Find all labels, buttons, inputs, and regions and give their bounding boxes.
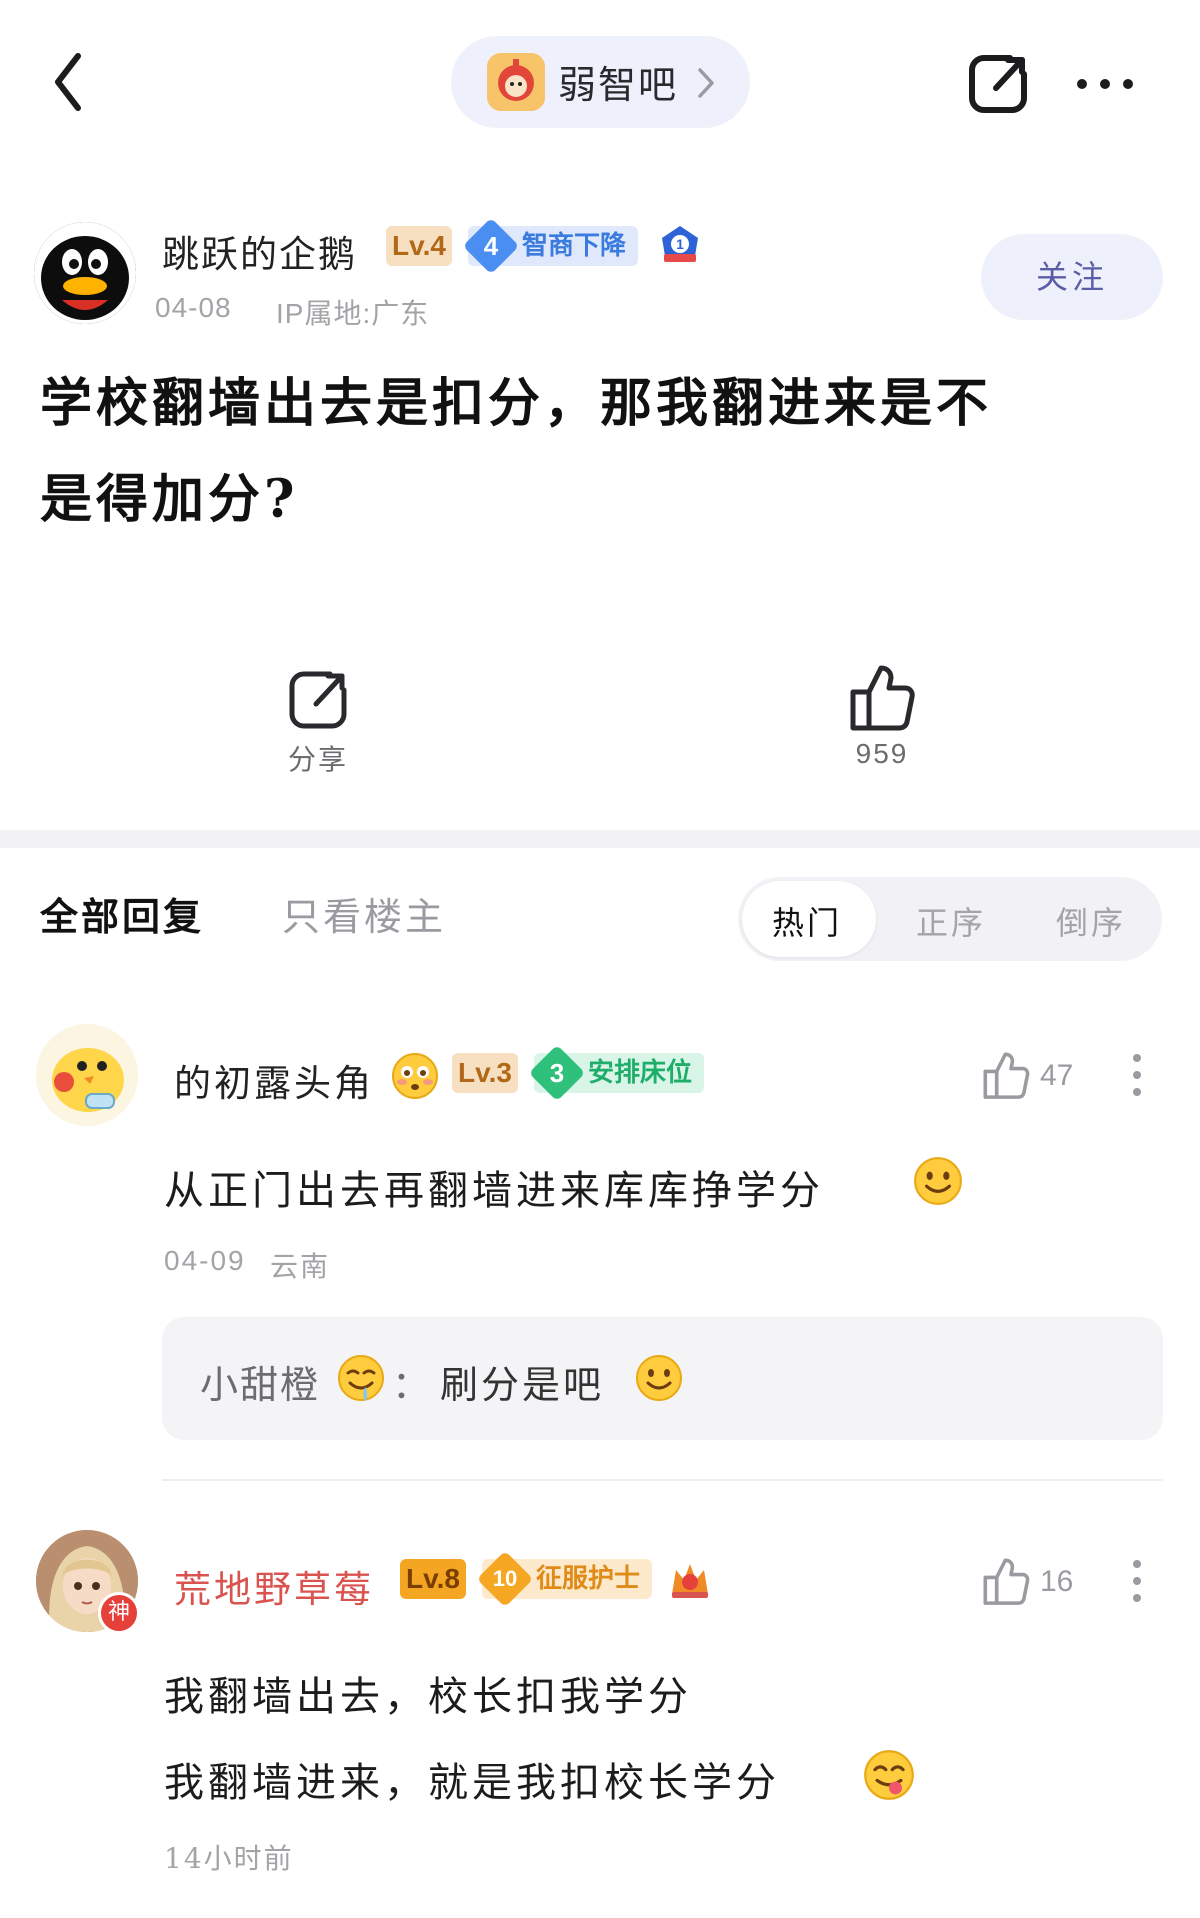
level-badge: Lv.4 <box>386 226 452 266</box>
author-avatar[interactable] <box>34 222 136 324</box>
forum-avatar <box>487 53 545 111</box>
tab-all-replies[interactable]: 全部回复 <box>40 886 204 941</box>
sort-ascending[interactable]: 正序 <box>916 898 986 944</box>
comment-time: 14小时前 <box>164 1842 294 1875</box>
post-ip-location: IP属地:广东 <box>276 298 430 329</box>
chevron-left-icon <box>55 53 81 111</box>
title-level-number: 3 <box>549 1058 565 1088</box>
chevron-right-icon <box>694 64 718 102</box>
post-title: 学校翻墙出去是扣分，那我翻进来是不 是得加分? <box>40 356 1160 548</box>
title-badge-label: 智商下降 <box>522 231 627 261</box>
comment-more-button[interactable] <box>1131 1052 1143 1098</box>
follow-button[interactable]: 关注 <box>981 234 1163 320</box>
sub-reply-separator: ： <box>392 1363 433 1407</box>
author-name[interactable]: 跳跃的企鹅 <box>162 224 357 278</box>
post-date: 04-08 <box>155 292 232 323</box>
rank-number: 1 <box>676 236 684 252</box>
share-icon <box>969 55 1027 113</box>
more-vertical-icon <box>1133 1054 1141 1096</box>
yum-emoji-icon <box>862 1748 916 1802</box>
post-title-line2: 是得加分? <box>40 469 299 530</box>
comment-like-count: 47 <box>1040 1059 1074 1092</box>
share-icon <box>289 671 347 729</box>
smile-emoji-icon <box>634 1353 684 1403</box>
crown-medal-icon <box>668 1558 712 1600</box>
comment-like-count: 16 <box>1040 1565 1074 1598</box>
thumbs-up-icon <box>983 1558 1030 1605</box>
section-divider <box>0 830 1200 848</box>
commenter-avatar[interactable] <box>36 1024 138 1126</box>
comment-like-button[interactable] <box>982 1050 1030 1100</box>
title-level-number: 10 <box>492 1566 518 1591</box>
share-button[interactable] <box>966 52 1030 116</box>
title-badge-label: 征服护士 <box>536 1564 641 1594</box>
more-vertical-icon <box>1133 1560 1141 1602</box>
sort-descending[interactable]: 倒序 <box>1056 898 1126 944</box>
comment-location: 云南 <box>270 1250 331 1283</box>
thumbs-up-icon <box>983 1052 1030 1099</box>
god-badge: 神 <box>98 1592 140 1634</box>
comment-separator <box>162 1479 1163 1481</box>
sub-reply-text: 刷分是吧 <box>440 1363 605 1407</box>
comment-more-button[interactable] <box>1131 1558 1143 1604</box>
more-dots-icon <box>1077 79 1133 89</box>
comment-text: 从正门出去再翻墙进来库库挣学分 <box>164 1168 824 1214</box>
back-button[interactable] <box>48 46 96 118</box>
smile-emoji-icon <box>912 1155 964 1207</box>
forum-name[interactable]: 弱智吧 <box>558 54 678 109</box>
flushed-emoji-icon <box>390 1051 440 1101</box>
commenter-name[interactable]: 荒地野草莓 <box>174 1559 374 1613</box>
share-label: 分享 <box>287 743 348 776</box>
title-badge-label: 安排床位 <box>588 1058 693 1088</box>
more-button[interactable] <box>1074 74 1136 94</box>
post-title-line1: 学校翻墙出去是扣分，那我翻进来是不 <box>40 373 993 434</box>
level-badge: Lv.3 <box>452 1053 518 1093</box>
thumbs-up-icon <box>850 665 915 731</box>
sub-reply-user[interactable]: 小甜橙 <box>200 1354 320 1409</box>
rank-medal-icon: 1 <box>658 224 702 268</box>
like-count: 959 <box>855 738 909 769</box>
share-action[interactable]: 分享 <box>268 668 368 778</box>
sort-hot[interactable]: 热门 <box>772 898 842 944</box>
tab-op-only[interactable]: 只看楼主 <box>282 886 446 941</box>
like-action[interactable]: 959 <box>832 662 932 770</box>
commenter-name[interactable]: 的初露头角 <box>174 1053 374 1107</box>
comment-text-line1: 我翻墙出去，校长扣我学分 <box>164 1674 692 1720</box>
level-badge: Lv.8 <box>400 1559 466 1599</box>
comment-like-button[interactable] <box>982 1556 1030 1606</box>
comment-date: 04-09 <box>164 1245 246 1276</box>
title-level-number: 4 <box>483 231 499 261</box>
comment-text-line2: 我翻墙进来，就是我扣校长学分 <box>164 1760 780 1806</box>
drooling-emoji-icon <box>336 1353 386 1403</box>
